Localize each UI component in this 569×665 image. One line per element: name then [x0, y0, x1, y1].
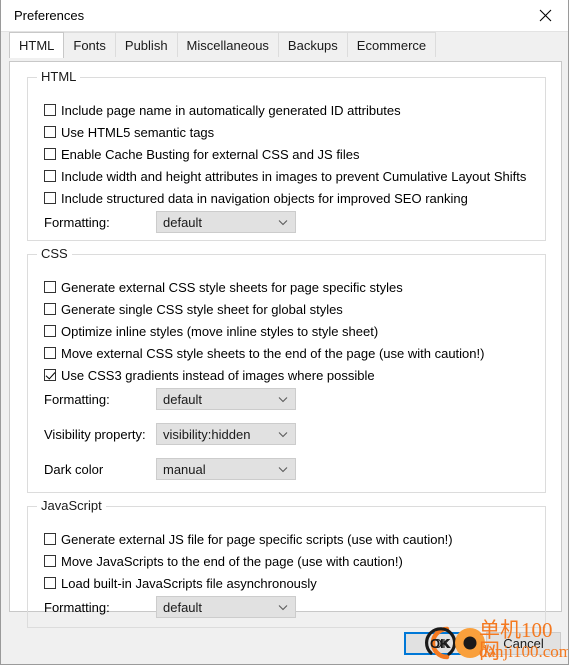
field-label: Dark color [44, 461, 104, 477]
ok-button[interactable]: OK [404, 632, 479, 655]
preferences-window: Preferences HTML Fonts Publish Miscellan… [0, 0, 569, 665]
field-visibility-property: Visibility property: visibility:hidden [44, 423, 296, 445]
checkbox-label: Generate single CSS style sheet for glob… [61, 301, 343, 317]
checkbox-label: Generate external CSS style sheets for p… [61, 279, 403, 295]
checkbox-external-js-page-specific[interactable]: Generate external JS file for page speci… [44, 531, 453, 547]
checkbox-box [44, 104, 56, 116]
checkbox-cache-busting[interactable]: Enable Cache Busting for external CSS an… [44, 146, 359, 162]
group-html: HTML Include page name in automatically … [27, 70, 546, 241]
dropdown-value: visibility:hidden [163, 426, 251, 442]
checkbox-box [44, 170, 56, 182]
checkbox-box [44, 555, 56, 567]
checkbox-box [44, 192, 56, 204]
dropdown-value: default [163, 599, 203, 615]
checkbox-single-css-global[interactable]: Generate single CSS style sheet for glob… [44, 301, 343, 317]
field-html-formatting: Formatting: default [44, 211, 296, 233]
checkbox-label: Include structured data in navigation ob… [61, 190, 468, 206]
tab-label: Backups [287, 37, 338, 53]
close-button[interactable] [522, 0, 568, 31]
dropdown-visibility-property[interactable]: visibility:hidden [156, 423, 296, 445]
checkbox-box [44, 577, 56, 589]
checkbox-box [44, 126, 56, 138]
checkbox-label: Move JavaScripts to the end of the page … [61, 553, 403, 569]
tab-label: HTML [19, 38, 55, 53]
checkbox-structured-data[interactable]: Include structured data in navigation ob… [44, 190, 468, 206]
group-css: CSS Generate external CSS style sheets f… [27, 247, 546, 493]
dropdown-css-formatting[interactable]: default [156, 388, 296, 410]
chevron-down-icon [277, 601, 289, 613]
checkbox-box [44, 303, 56, 315]
checkbox-optimize-inline-styles[interactable]: Optimize inline styles (move inline styl… [44, 323, 378, 339]
tab-label: Publish [124, 37, 168, 53]
chevron-down-icon [277, 463, 289, 475]
tab-ecommerce[interactable]: Ecommerce [346, 32, 437, 57]
checkbox-label: Include width and height attributes in i… [61, 168, 527, 184]
field-label: Formatting: [44, 599, 110, 615]
tab-fonts[interactable]: Fonts [63, 32, 116, 57]
close-icon [539, 9, 551, 22]
chevron-down-icon [277, 393, 289, 405]
dropdown-js-formatting[interactable]: default [156, 596, 296, 618]
tab-strip: HTML Fonts Publish Miscellaneous Backups… [1, 32, 568, 58]
checkbox-box [44, 369, 56, 381]
field-dark-color: Dark color manual [44, 458, 296, 480]
field-label: Formatting: [44, 214, 110, 230]
window-title: Preferences [14, 8, 85, 23]
dropdown-dark-color[interactable]: manual [156, 458, 296, 480]
checkbox-label: Move external CSS style sheets to the en… [61, 345, 485, 361]
chevron-down-icon [277, 428, 289, 440]
tab-label: Fonts [73, 37, 106, 53]
checkbox-box [44, 281, 56, 293]
checkbox-include-page-name[interactable]: Include page name in automatically gener… [44, 102, 401, 118]
group-javascript: JavaScript Generate external JS file for… [27, 499, 546, 628]
tab-content-panel: HTML Include page name in automatically … [9, 61, 562, 628]
group-css-title: CSS [37, 247, 72, 260]
checkbox-label: Generate external JS file for page speci… [61, 531, 453, 547]
checkbox-box [44, 533, 56, 545]
cancel-button-label: Cancel [503, 636, 544, 651]
field-label: Formatting: [44, 391, 110, 407]
dropdown-value: default [163, 391, 203, 407]
checkbox-css3-gradients[interactable]: Use CSS3 gradients instead of images whe… [44, 367, 375, 383]
checkbox-load-builtin-async[interactable]: Load built-in JavaScripts file asynchron… [44, 575, 317, 591]
field-js-formatting: Formatting: default [44, 596, 296, 618]
dropdown-value: default [163, 214, 203, 230]
field-label: Visibility property: [44, 426, 146, 442]
tab-html[interactable]: HTML [9, 32, 65, 58]
tab-backups[interactable]: Backups [277, 32, 348, 57]
checkbox-label: Load built-in JavaScripts file asynchron… [61, 575, 317, 591]
group-javascript-title: JavaScript [37, 499, 106, 512]
checkbox-label: Use CSS3 gradients instead of images whe… [61, 367, 375, 383]
dropdown-html-formatting[interactable]: default [156, 211, 296, 233]
checkbox-label: Enable Cache Busting for external CSS an… [61, 146, 360, 162]
checkbox-label: Use HTML5 semantic tags [61, 124, 215, 140]
tab-label: Miscellaneous [186, 37, 269, 53]
checkbox-box [44, 148, 56, 160]
checkbox-box [44, 325, 56, 337]
tab-miscellaneous[interactable]: Miscellaneous [176, 32, 279, 57]
title-bar: Preferences [1, 0, 568, 32]
ok-button-label: OK [432, 636, 451, 651]
field-css-formatting: Formatting: default [44, 388, 296, 410]
tab-label: Ecommerce [356, 37, 427, 53]
checkbox-html5-semantic-tags[interactable]: Use HTML5 semantic tags [44, 124, 214, 140]
dropdown-value: manual [163, 461, 206, 477]
chevron-down-icon [277, 216, 289, 228]
cancel-button[interactable]: Cancel [486, 632, 561, 655]
checkbox-external-css-page-specific[interactable]: Generate external CSS style sheets for p… [44, 279, 403, 295]
checkbox-move-javascripts-end[interactable]: Move JavaScripts to the end of the page … [44, 553, 403, 569]
checkbox-move-external-css-end[interactable]: Move external CSS style sheets to the en… [44, 345, 484, 361]
tab-publish[interactable]: Publish [114, 32, 178, 57]
checkbox-label: Include page name in automatically gener… [61, 102, 401, 118]
checkbox-width-height-attributes[interactable]: Include width and height attributes in i… [44, 168, 526, 184]
group-html-title: HTML [37, 70, 81, 83]
checkbox-label: Optimize inline styles (move inline styl… [61, 323, 379, 339]
checkbox-box [44, 347, 56, 359]
